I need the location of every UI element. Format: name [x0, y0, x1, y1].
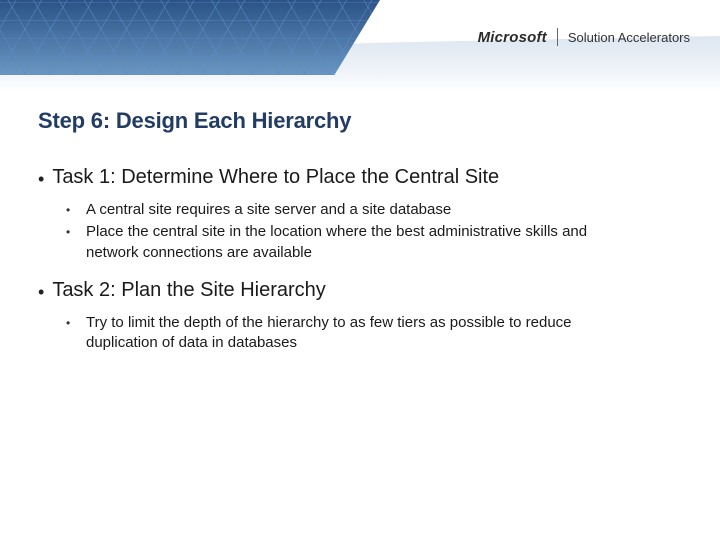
sub-list: • A central site requires a site server …: [38, 200, 682, 263]
brand-group: Microsoft Solution Accelerators: [478, 28, 690, 46]
bullet-l1-icon: •: [38, 166, 44, 192]
sub-item-text: Place the central site in the location w…: [86, 222, 626, 263]
task-heading-label: Task 2: Plan the Site Hierarchy: [52, 279, 325, 302]
task-block: • Task 1: Determine Where to Place the C…: [38, 166, 682, 263]
sub-item-text: A central site requires a site server an…: [86, 200, 451, 220]
task-heading-label: Task 1: Determine Where to Place the Cen…: [52, 166, 499, 189]
list-item: • Try to limit the depth of the hierarch…: [66, 313, 626, 354]
list-item: • Place the central site in the location…: [66, 222, 626, 263]
bullet-l1-icon: •: [38, 279, 44, 305]
header-mesh-pattern: [0, 0, 380, 75]
bullet-l2-icon: •: [66, 313, 74, 354]
slide-title: Step 6: Design Each Hierarchy: [38, 108, 682, 134]
brand-microsoft-label: Microsoft: [478, 29, 555, 46]
list-item: • A central site requires a site server …: [66, 200, 626, 220]
sub-item-text: Try to limit the depth of the hierarchy …: [86, 313, 626, 354]
task-heading: • Task 1: Determine Where to Place the C…: [38, 166, 682, 192]
header-graphic: [0, 0, 720, 92]
bullet-l2-icon: •: [66, 200, 74, 220]
task-heading: • Task 2: Plan the Site Hierarchy: [38, 279, 682, 305]
brand-divider: [557, 28, 558, 46]
task-block: • Task 2: Plan the Site Hierarchy • Try …: [38, 279, 682, 354]
slide-content: Step 6: Design Each Hierarchy • Task 1: …: [38, 108, 682, 355]
sub-list: • Try to limit the depth of the hierarch…: [38, 313, 682, 354]
brand-accelerators-label: Solution Accelerators: [560, 30, 690, 45]
bullet-l2-icon: •: [66, 222, 74, 263]
